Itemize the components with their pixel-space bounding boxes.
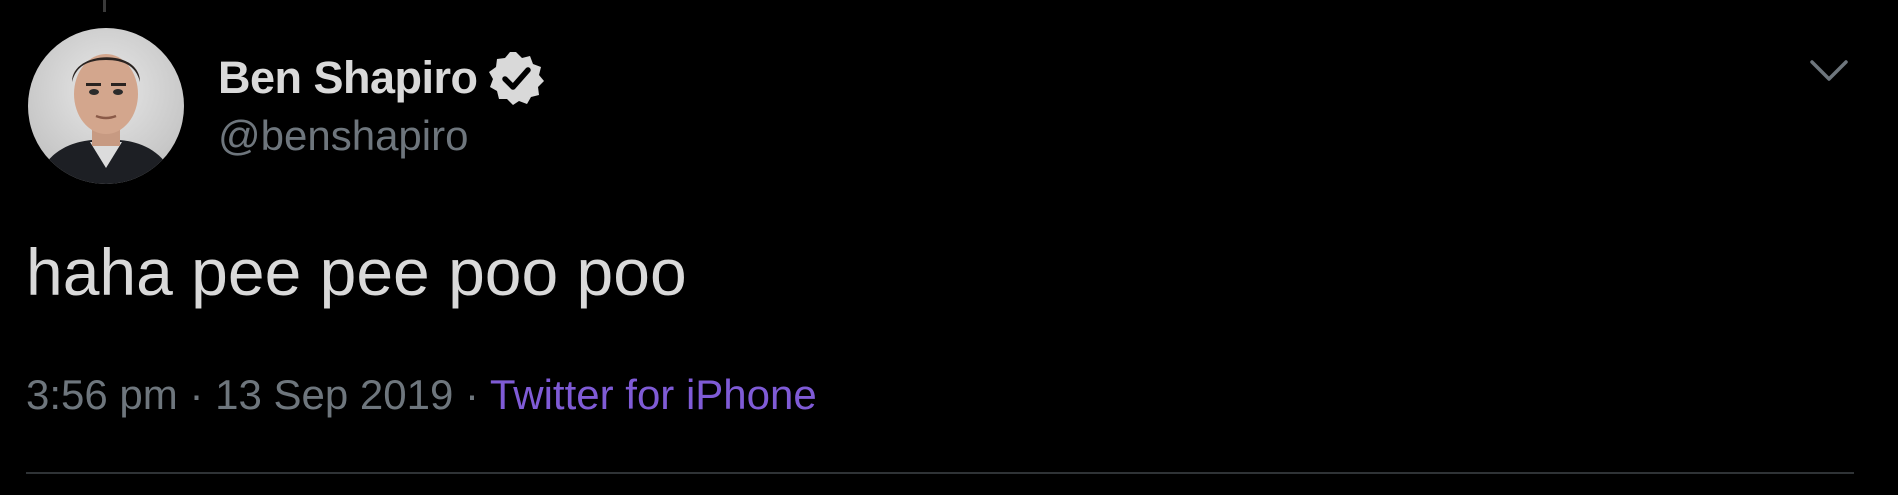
avatar[interactable]	[28, 28, 184, 184]
tweet-source-link[interactable]: Twitter for iPhone	[490, 371, 817, 418]
tweet: Ben Shapiro @benshapiro haha pee pee poo…	[0, 0, 1898, 495]
author-name-row: Ben Shapiro	[218, 50, 546, 106]
verified-badge-icon	[486, 48, 546, 108]
tweet-text: haha pee pee poo poo	[26, 235, 687, 309]
author-handle[interactable]: @benshapiro	[218, 112, 546, 160]
tweet-meta: 3:56 pm · 13 Sep 2019 · Twitter for iPho…	[26, 368, 817, 422]
divider	[26, 472, 1854, 474]
tweet-date[interactable]: 13 Sep 2019	[215, 371, 453, 418]
author-info: Ben Shapiro @benshapiro	[218, 50, 546, 160]
person-avatar-icon	[28, 28, 184, 184]
meta-separator: ·	[189, 371, 204, 418]
author-display-name[interactable]: Ben Shapiro	[218, 52, 478, 104]
tweet-time[interactable]: 3:56 pm	[26, 371, 178, 418]
meta-separator-2: ·	[465, 371, 479, 418]
chevron-down-icon[interactable]	[1808, 56, 1850, 86]
